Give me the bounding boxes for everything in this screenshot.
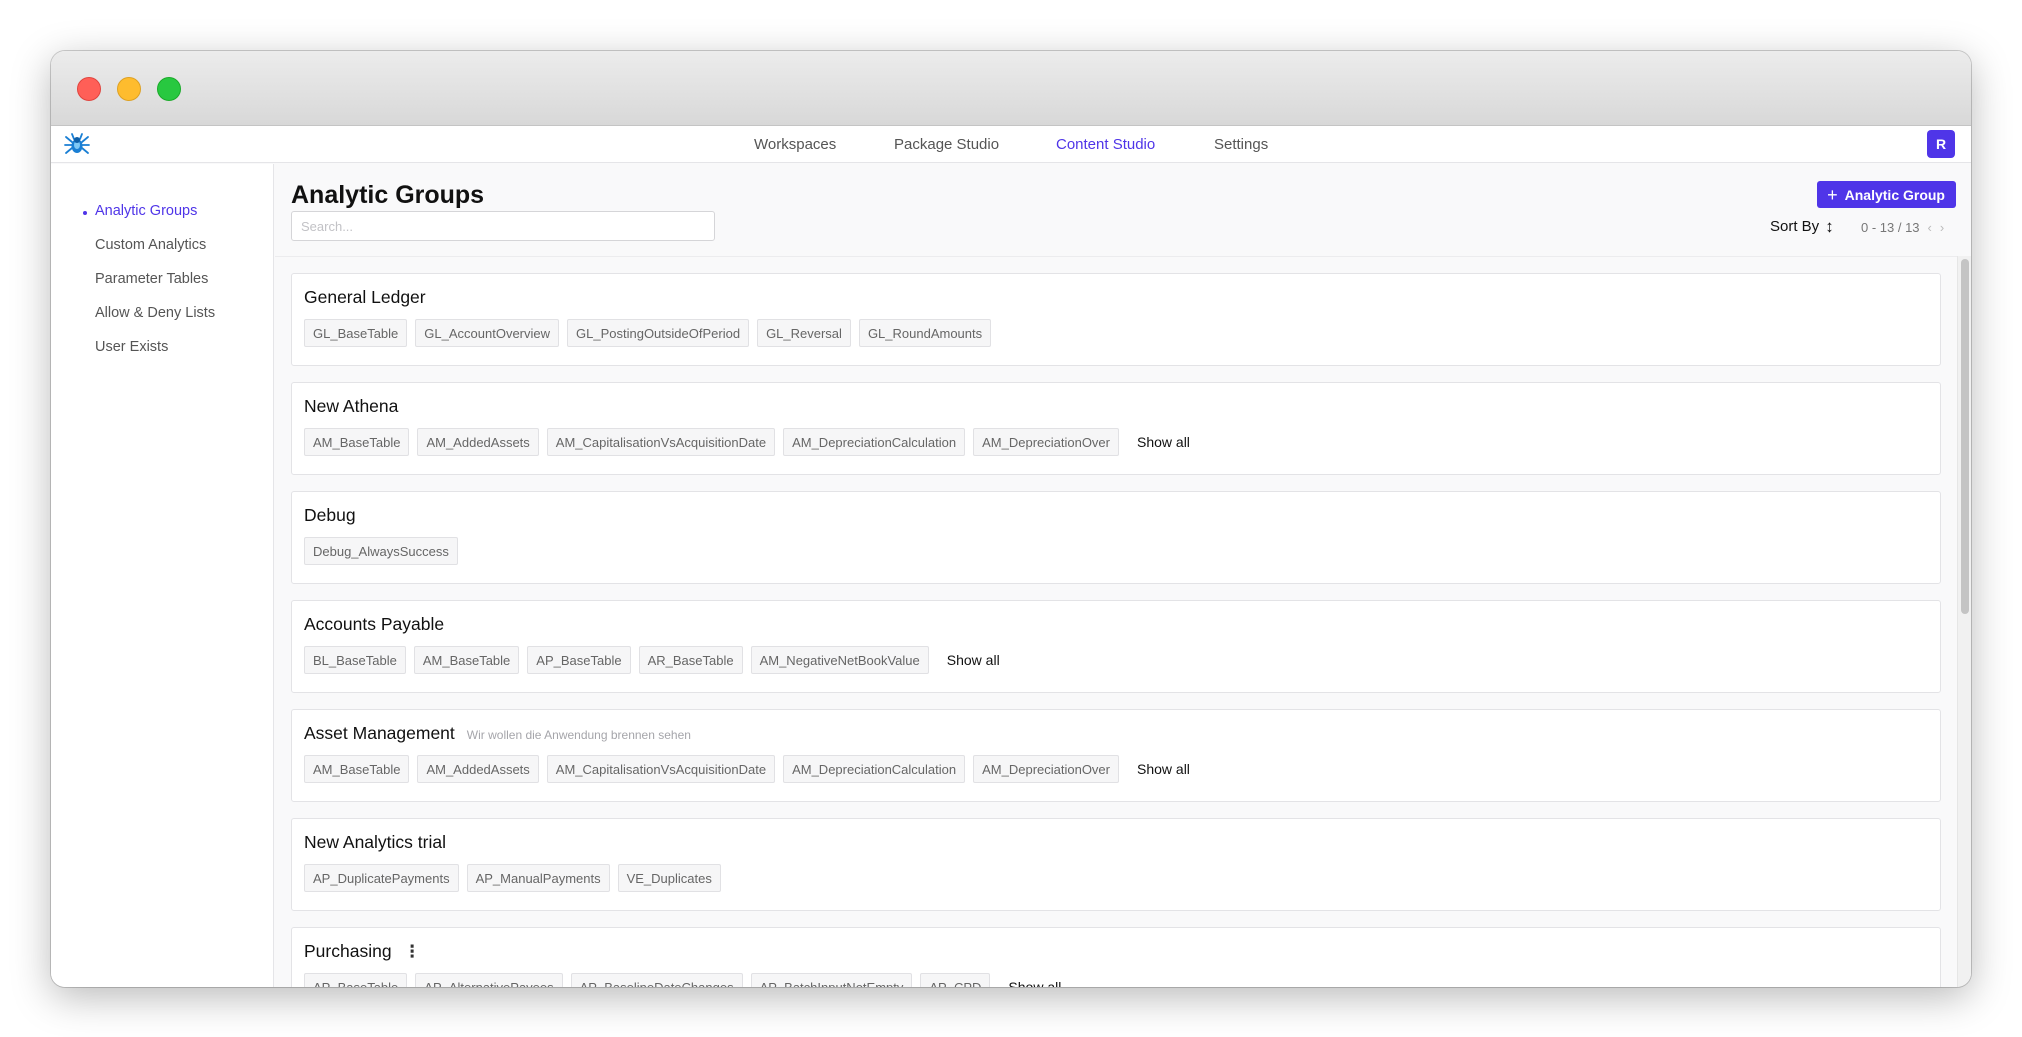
group-name: Purchasing — [304, 941, 392, 961]
analytic-chip[interactable]: AM_DepreciationOver — [973, 755, 1119, 783]
analytic-chip[interactable]: Debug_AlwaysSuccess — [304, 537, 458, 565]
analytic-chip[interactable]: GL_RoundAmounts — [858, 319, 992, 347]
group-card[interactable]: Asset Management Wir wollen die Anwendun… — [291, 709, 1941, 802]
group-card[interactable]: Accounts Payable BL_BaseTable AM_BaseTab… — [291, 600, 1941, 693]
scrollbar-thumb[interactable] — [1961, 259, 1969, 614]
group-chips: Debug_AlwaysSuccess — [304, 537, 458, 565]
analytic-chip[interactable]: GL_PostingOutsideOfPeriod — [567, 319, 750, 347]
group-card[interactable]: General Ledger GL_BaseTable GL_AccountOv… — [291, 273, 1941, 366]
nav-content-studio[interactable]: Content Studio — [1056, 136, 1155, 153]
show-all-link[interactable]: Show all — [1137, 434, 1190, 450]
group-title: Debug — [304, 505, 356, 526]
analytic-chip[interactable]: AM_CapitalisationVsAcquisitionDate — [546, 755, 776, 783]
analytic-chip[interactable]: AP_AlternativePayees — [415, 973, 563, 987]
group-title: Accounts Payable — [304, 614, 444, 635]
analytic-chip[interactable]: AP_ManualPayments — [466, 864, 610, 892]
group-title: New Analytics trial — [304, 832, 446, 853]
close-window-button[interactable] — [77, 77, 101, 101]
analytic-chip[interactable]: AM_AddedAssets — [417, 755, 539, 783]
nav-workspaces[interactable]: Workspaces — [754, 136, 836, 153]
group-card[interactable]: New Athena AM_BaseTable AM_AddedAssets A… — [291, 382, 1941, 475]
add-button-label: Analytic Group — [1844, 186, 1945, 203]
analytic-chip[interactable]: AM_BaseTable — [413, 646, 520, 674]
group-chips: AM_BaseTable AM_AddedAssets AM_Capitalis… — [304, 755, 1190, 783]
show-all-link[interactable]: Show all — [947, 652, 1000, 668]
app-window: Workspaces Package Studio Content Studio… — [51, 51, 1971, 987]
search-input[interactable] — [291, 211, 715, 241]
analytic-chip[interactable]: AM_BaseTable — [304, 755, 410, 783]
sidebar-item-user-exists[interactable]: User Exists — [95, 339, 168, 355]
main-content: Analytic Groups + Analytic Group Sort By… — [275, 164, 1971, 987]
analytic-chip[interactable]: GL_AccountOverview — [415, 319, 560, 347]
show-all-link[interactable]: Show all — [1137, 761, 1190, 777]
group-chips: AP_DuplicatePayments AP_ManualPayments V… — [304, 864, 721, 892]
sort-by-control[interactable]: Sort By ↕ — [1770, 218, 1834, 235]
plus-icon: + — [1827, 184, 1838, 205]
analytic-chip[interactable]: AM_DepreciationCalculation — [783, 428, 966, 456]
analytic-chip[interactable]: AP_DuplicatePayments — [304, 864, 459, 892]
group-card[interactable]: New Analytics trial AP_DuplicatePayments… — [291, 818, 1941, 911]
group-name: New Analytics trial — [304, 832, 446, 852]
analytic-chip[interactable]: AM_DepreciationOver — [973, 428, 1119, 456]
sidebar-item-allow-deny-lists[interactable]: Allow & Deny Lists — [95, 305, 215, 321]
analytic-chip[interactable]: AM_CapitalisationVsAcquisitionDate — [546, 428, 776, 456]
sort-arrows-icon: ↕ — [1825, 217, 1834, 236]
group-name: New Athena — [304, 396, 399, 416]
page-title: Analytic Groups — [291, 181, 485, 209]
analytic-chip[interactable]: GL_BaseTable — [304, 319, 408, 347]
pagination: 0 - 13 / 13 ‹ › — [1861, 220, 1944, 235]
sort-by-label: Sort By — [1770, 218, 1820, 235]
group-chips: AM_BaseTable AM_AddedAssets AM_Capitalis… — [304, 428, 1190, 456]
analytic-chip[interactable]: AM_DepreciationCalculation — [783, 755, 966, 783]
pager-range: 0 - 13 / 13 — [1861, 220, 1920, 235]
analytic-chip[interactable]: AM_AddedAssets — [417, 428, 539, 456]
analytic-groups-list: General Ledger GL_BaseTable GL_AccountOv… — [275, 256, 1957, 987]
maximize-window-button[interactable] — [157, 77, 181, 101]
analytic-chip[interactable]: GL_Reversal — [757, 319, 851, 347]
user-avatar[interactable]: R — [1927, 130, 1955, 158]
analytic-chip[interactable]: AM_NegativeNetBookValue — [750, 646, 929, 674]
sidebar: Analytic Groups Custom Analytics Paramet… — [51, 164, 274, 987]
group-description: Wir wollen die Anwendung brennen sehen — [466, 728, 691, 742]
active-indicator-dot — [83, 211, 87, 215]
sidebar-item-analytic-groups[interactable]: Analytic Groups — [95, 203, 197, 219]
analytic-chip[interactable]: VE_Duplicates — [617, 864, 721, 892]
analytic-chip[interactable]: AP_BaseTable — [304, 973, 408, 987]
nav-settings[interactable]: Settings — [1214, 136, 1268, 153]
group-name: General Ledger — [304, 287, 426, 307]
group-title: General Ledger — [304, 287, 426, 308]
analytic-chip[interactable]: AP_BatchInputNotEmpty — [750, 973, 913, 987]
add-analytic-group-button[interactable]: + Analytic Group — [1817, 181, 1956, 208]
analytic-chip[interactable]: AP_CPD — [920, 973, 991, 987]
window-titlebar — [51, 51, 1971, 126]
group-title: Asset Management Wir wollen die Anwendun… — [304, 723, 691, 744]
sidebar-item-custom-analytics[interactable]: Custom Analytics — [95, 237, 206, 253]
more-options-icon[interactable]: ⋮ — [404, 942, 421, 962]
show-all-link[interactable]: Show all — [1008, 979, 1061, 987]
group-name: Debug — [304, 505, 356, 525]
analytic-chip[interactable]: AP_BaseTable — [527, 646, 631, 674]
nav-package-studio[interactable]: Package Studio — [894, 136, 999, 153]
chevron-right-icon[interactable]: › — [1940, 220, 1944, 235]
group-chips: GL_BaseTable GL_AccountOverview GL_Posti… — [304, 319, 992, 347]
group-name: Asset Management — [304, 723, 455, 743]
group-card[interactable]: Purchasing ⋮ AP_BaseTable AP_Alternative… — [291, 927, 1941, 987]
group-card[interactable]: Debug Debug_AlwaysSuccess — [291, 491, 1941, 584]
sidebar-item-parameter-tables[interactable]: Parameter Tables — [95, 271, 208, 287]
analytic-chip[interactable]: BL_BaseTable — [304, 646, 406, 674]
analytic-chip[interactable]: AR_BaseTable — [638, 646, 743, 674]
analytic-chip[interactable]: AP_BaselineDateChanges — [570, 973, 743, 987]
group-title: Purchasing ⋮ — [304, 941, 421, 962]
analytic-chip[interactable]: AM_BaseTable — [304, 428, 410, 456]
group-chips: BL_BaseTable AM_BaseTable AP_BaseTable A… — [304, 646, 1000, 674]
group-title: New Athena — [304, 396, 398, 417]
group-chips: AP_BaseTable AP_AlternativePayees AP_Bas… — [304, 973, 1061, 987]
vertical-scrollbar[interactable] — [1957, 256, 1971, 987]
group-name: Accounts Payable — [304, 614, 445, 634]
top-navigation: Workspaces Package Studio Content Studio… — [51, 126, 1971, 163]
chevron-left-icon[interactable]: ‹ — [1928, 220, 1932, 235]
minimize-window-button[interactable] — [117, 77, 141, 101]
